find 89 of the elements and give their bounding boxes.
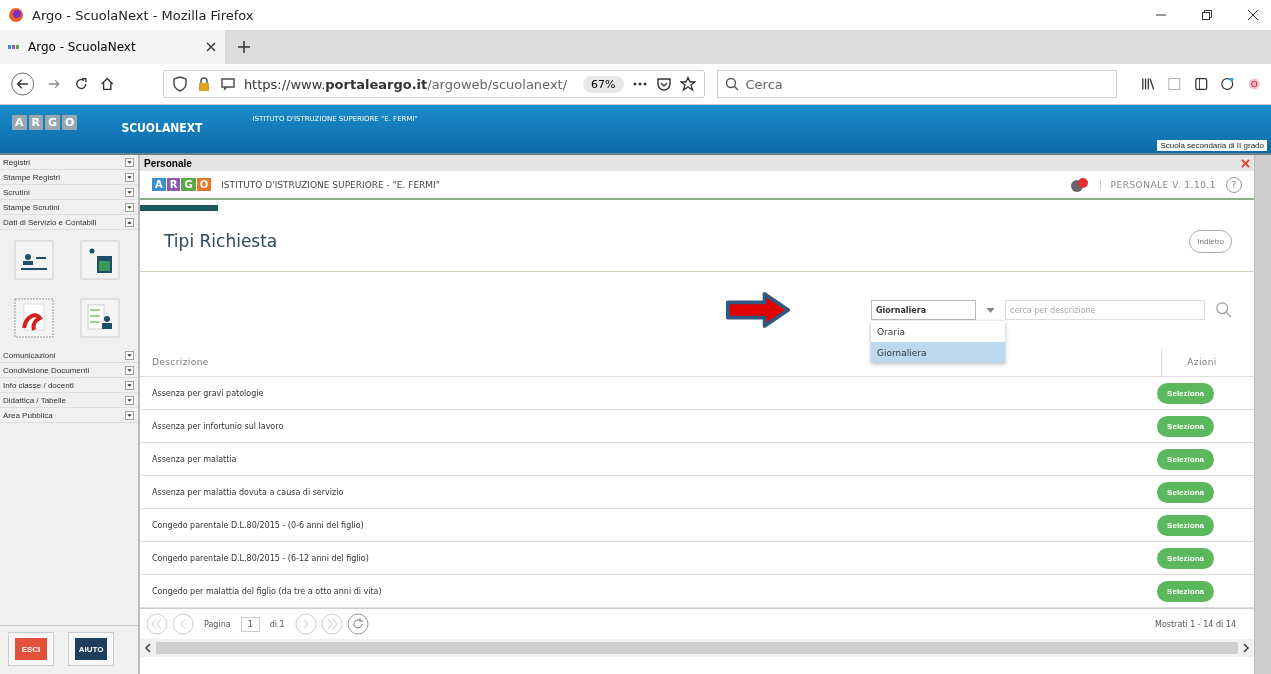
school-name: ISTITUTO D'ISTRUZIONE SUPERIORE - "E. FERMI" xyxy=(221,179,440,190)
expand-icon[interactable] xyxy=(125,157,134,167)
table-cell: Assenza per gravi patologie xyxy=(152,388,264,398)
expand-icon[interactable] xyxy=(125,380,134,390)
new-tab-icon[interactable] xyxy=(237,40,251,54)
reload-icon[interactable] xyxy=(73,76,89,92)
expand-icon[interactable] xyxy=(125,350,134,360)
sidebar-item[interactable]: Scrutini xyxy=(0,185,138,200)
dropdown-caret-icon[interactable] xyxy=(986,307,995,313)
table-cell: Congedo per malattia del figlio (da tre a otto anni di vita) xyxy=(152,586,382,596)
browser-tab[interactable]: Argo - ScuolaNext xyxy=(0,30,225,64)
home-icon[interactable] xyxy=(100,76,115,92)
checklist-person-icon[interactable] xyxy=(80,298,120,338)
address-bar[interactable]: https://www.portaleargo.it/argoweb/scuolanext/ 67% xyxy=(162,70,705,98)
back-button[interactable]: Indietro xyxy=(1189,229,1232,253)
sidebar-item[interactable]: Registri xyxy=(0,155,138,170)
column-header: Azioni xyxy=(1161,348,1242,376)
sidebar-item[interactable]: Dati di Servizio e Contabili xyxy=(0,215,138,230)
logo-letter: G xyxy=(45,115,61,130)
table-cell: Assenza per malattia dovuta a causa di servizio xyxy=(152,487,344,497)
library-icon[interactable] xyxy=(1140,76,1155,92)
expand-icon[interactable] xyxy=(125,395,134,405)
sidebar-item[interactable]: Stampe Scrutini xyxy=(0,200,138,215)
document-a-icon[interactable] xyxy=(14,298,54,338)
horizontal-scrollbar[interactable] xyxy=(140,639,1254,657)
school-level-field: Scuola secondaria di II grado xyxy=(1157,140,1267,151)
sidebar-item[interactable]: Condivisione Documenti xyxy=(0,363,138,378)
vertical-scrollbar[interactable] xyxy=(1254,155,1271,674)
close-tab-icon[interactable] xyxy=(205,41,217,53)
exit-button[interactable]: ESCI xyxy=(15,638,47,660)
version-label: PERSONALE V. 1.10.1 xyxy=(1099,179,1216,190)
table-cell: Congedo parentale D.L.80/2015 - (6-12 anni del figlio) xyxy=(152,553,369,563)
pointer-arrow-icon xyxy=(725,291,791,329)
search-icon xyxy=(723,76,740,92)
column-header: Descrizione xyxy=(152,357,210,367)
sidebar-item[interactable]: Comunicazioni xyxy=(0,348,138,363)
page-number-field[interactable]: 1 xyxy=(240,616,260,632)
sidebar-item[interactable]: Didattica / Tabelle xyxy=(0,393,138,408)
dropdown-option[interactable]: Giornaliera xyxy=(871,342,1005,363)
logo-letter: A xyxy=(152,178,166,191)
logo-letter: O xyxy=(196,178,212,191)
favicon-icon xyxy=(8,44,22,50)
help-button[interactable]: AIUTO xyxy=(75,638,107,660)
close-icon[interactable] xyxy=(1247,9,1259,21)
restore-icon[interactable] xyxy=(1201,9,1213,21)
pocket-icon[interactable] xyxy=(655,76,672,92)
scroll-left-icon[interactable] xyxy=(144,643,152,653)
expand-icon[interactable] xyxy=(125,172,134,182)
back-icon[interactable] xyxy=(10,70,36,98)
expand-icon[interactable] xyxy=(125,202,134,212)
page-count: di 1 xyxy=(269,619,285,629)
page-label: Pagina xyxy=(204,619,231,629)
sidebar-item[interactable]: Area Pubblica xyxy=(0,408,138,423)
table-cell: Assenza per malattia xyxy=(152,454,237,464)
results-summary: Mostrati 1 - 14 di 14 xyxy=(1155,619,1236,629)
expand-icon[interactable] xyxy=(125,187,134,197)
sidebar-item[interactable]: Stampe Registri xyxy=(0,170,138,185)
extension-icon[interactable] xyxy=(1246,76,1261,92)
scroll-right-icon[interactable] xyxy=(1242,643,1250,653)
table-cell: Assenza per infortunio sul lavoro xyxy=(152,421,284,431)
zoom-badge[interactable]: 67% xyxy=(583,75,624,93)
logo-letter: O xyxy=(62,115,78,130)
type-dropdown[interactable]: Giornaliera xyxy=(871,300,976,320)
shield-icon xyxy=(171,76,188,92)
logo-letter: R xyxy=(28,115,43,130)
window-title: Argo - ScuolaNext - Mozilla Firefox xyxy=(32,7,254,23)
collapse-icon[interactable] xyxy=(125,217,134,227)
search-icon[interactable] xyxy=(1215,301,1233,319)
firefox-icon xyxy=(8,7,24,23)
permissions-icon xyxy=(219,76,236,92)
panel-title: Personale xyxy=(144,157,192,169)
product-name: SCUOLANEXT xyxy=(121,121,203,135)
sidebar-icon[interactable] xyxy=(1193,76,1208,92)
dropdown-option[interactable]: Oraria xyxy=(871,321,1005,342)
refresh-icon[interactable] xyxy=(346,613,369,635)
expand-icon[interactable] xyxy=(125,410,134,420)
star-icon[interactable] xyxy=(679,76,696,92)
logo-letter: R xyxy=(166,178,181,191)
logo-letter: G xyxy=(181,178,196,191)
logo-letter: A xyxy=(12,115,27,130)
expand-icon[interactable] xyxy=(125,365,134,375)
search-field[interactable]: Cerca xyxy=(716,70,1117,98)
table-cell: Congedo parentale D.L.80/2015 - (0-6 anni del figlio) xyxy=(152,520,364,530)
sidebar-item[interactable]: Info classe / docenti xyxy=(0,378,138,393)
person-spreadsheet-icon[interactable] xyxy=(80,240,120,280)
person-card-icon[interactable] xyxy=(14,240,54,280)
notification-icon[interactable] xyxy=(1069,176,1090,193)
account-icon[interactable] xyxy=(1220,76,1235,92)
page-title: Tipi Richiesta xyxy=(164,231,278,251)
